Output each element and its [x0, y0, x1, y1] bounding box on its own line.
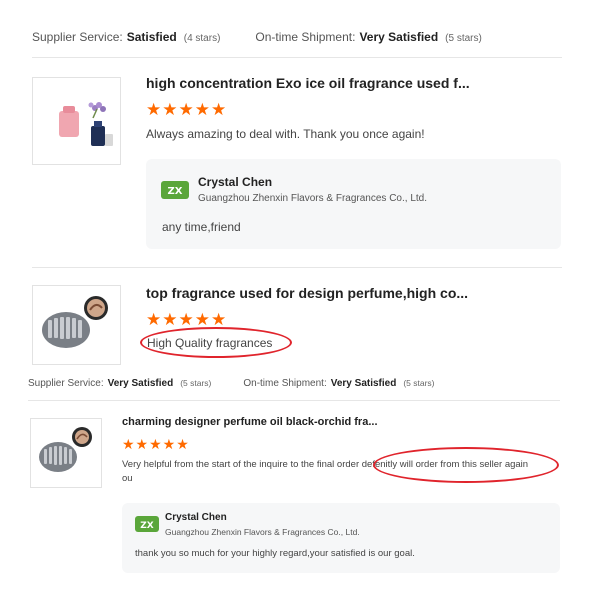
supplier-service-count: (4 stars) [183, 33, 221, 44]
divider [28, 400, 560, 401]
product-thumbnail[interactable] [32, 77, 121, 165]
svg-text:ZX: ZX [140, 521, 154, 531]
shipment-count: (5 stars) [445, 33, 482, 44]
reply-text: thank you so much for your highly regard… [135, 548, 415, 559]
review-star-rating: ★★★★★ [146, 100, 228, 119]
rating-summary-top: Supplier Service: Satisfied (4 stars) On… [32, 30, 482, 44]
review-text: Always amazing to deal with. Thank you o… [146, 127, 425, 141]
review-text-part: Very helpful from the start of the inqui… [122, 459, 362, 470]
review-product-title[interactable]: top fragrance used for design perfume,hi… [146, 285, 468, 301]
highlight-circle [140, 327, 292, 358]
supplier-reply: ZX Crystal Chen Guangzhou Zhenxin Flavor… [146, 159, 561, 249]
reply-company-name: Guangzhou Zhenxin Flavors & Fragrances C… [198, 193, 428, 204]
shipment-label: On-time Shipment: [243, 378, 327, 389]
product-thumbnail[interactable] [30, 418, 102, 488]
shipment-value: Very Satisfied [359, 30, 439, 44]
supplier-service-label: Supplier Service: [28, 378, 104, 389]
review-product-title[interactable]: charming designer perfume oil black-orch… [122, 416, 378, 428]
highlight-circle [373, 447, 559, 483]
review-star-rating: ★★★★★ [122, 436, 190, 452]
review-product-title[interactable]: high concentration Exo ice oil fragrance… [146, 75, 470, 91]
supplier-service-count: (5 stars) [180, 378, 212, 388]
shipment-rating: On-time Shipment: Very Satisfied (5 star… [243, 378, 434, 389]
reply-author-name: Crystal Chen [198, 175, 273, 189]
review-text-continued: ou [122, 473, 133, 484]
reply-company-name: Guangzhou Zhenxin Flavors & Fragrances C… [165, 527, 360, 537]
supplier-reply: ZX Crystal Chen Guangzhou Zhenxin Flavor… [122, 503, 560, 573]
reply-author-name: Crystal Chen [165, 512, 227, 523]
shipment-value: Very Satisfied [330, 378, 397, 389]
shipment-label: On-time Shipment: [255, 30, 356, 44]
supplier-logo-icon: ZX [134, 515, 160, 538]
product-thumbnail[interactable] [32, 285, 121, 365]
reply-text: any time,friend [162, 220, 241, 234]
divider [32, 267, 562, 268]
supplier-service-value: Very Satisfied [107, 378, 174, 389]
shipment-rating: On-time Shipment: Very Satisfied (5 star… [255, 30, 481, 44]
perfume-bottles-image [39, 427, 92, 472]
shipment-count: (5 stars) [403, 378, 435, 388]
rating-summary-bottom: Supplier Service: Very Satisfied (5 star… [28, 378, 435, 389]
divider [32, 57, 562, 58]
svg-text:ZX: ZX [168, 186, 183, 197]
supplier-service-rating: Supplier Service: Satisfied (4 stars) [32, 30, 220, 44]
perfume-bottles-image [42, 296, 108, 348]
supplier-logo-icon: ZX [160, 179, 190, 206]
supplier-service-label: Supplier Service: [32, 30, 123, 44]
supplier-service-rating: Supplier Service: Very Satisfied (5 star… [28, 378, 211, 389]
supplier-service-value: Satisfied [126, 30, 177, 44]
perfume-product-image [59, 102, 113, 146]
